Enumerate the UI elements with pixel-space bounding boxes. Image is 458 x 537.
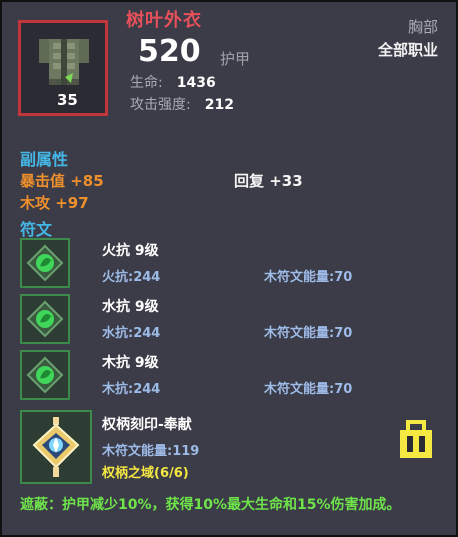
secondary-regen: 回复 +33 <box>234 172 303 190</box>
armor-label: 护甲 <box>220 50 251 68</box>
item-class-restriction: 全部职业 <box>377 41 438 59</box>
rune-energy-2: 木符文能量:70 <box>264 326 353 341</box>
secondary-wood-attack: 木攻 +97 <box>20 194 89 212</box>
rune-name-1: 火抗 9级 <box>102 243 159 259</box>
stat-label: 攻击强度: <box>130 97 191 113</box>
rune-slot-2[interactable] <box>20 294 70 344</box>
item-icon-frame[interactable]: 35 <box>18 20 108 116</box>
secondary-stats-title: 副属性 <box>20 150 69 169</box>
rune-slot-1[interactable] <box>20 238 70 288</box>
rune-slot-3[interactable] <box>20 350 70 400</box>
stat-health: 生命: 1436 <box>130 72 216 92</box>
rune-name-2: 水抗 9级 <box>102 299 159 315</box>
secondary-crit: 暴击值 +85 <box>20 172 104 190</box>
stat-value: 212 <box>204 97 234 113</box>
rune-name-3: 木抗 9级 <box>102 355 159 371</box>
stat-label: 生命: <box>130 75 163 91</box>
scepter-seal-name: 权柄刻印-奉献 <box>102 417 192 433</box>
rune-effect-2: 水抗:244 <box>102 326 161 341</box>
scepter-domain: 权柄之域(6/6) <box>102 466 189 481</box>
item-name: 树叶外衣 <box>126 10 202 31</box>
set-bonus-text: 遮蔽：护甲减少10%，获得10%最大生命和15%伤害加成。 <box>20 497 401 513</box>
yellow-lock-icon[interactable] <box>398 420 434 460</box>
scepter-seal-icon <box>32 417 80 477</box>
scepter-seal-slot[interactable] <box>20 410 92 484</box>
rune-effect-3: 木抗:244 <box>102 382 161 397</box>
rune-energy-3: 木符文能量:70 <box>264 382 353 397</box>
green-leaf-rune-icon <box>26 244 64 282</box>
stat-value: 1436 <box>176 75 216 91</box>
stat-attack-power: 攻击强度: 212 <box>130 94 234 114</box>
rune-energy-1: 木符文能量:70 <box>264 270 353 285</box>
item-level-badge: 35 <box>57 91 78 109</box>
armor-value: 520 <box>138 34 201 69</box>
rune-effect-1: 火抗:244 <box>102 270 161 285</box>
green-leaf-rune-icon <box>26 356 64 394</box>
item-tooltip-panel: 35 树叶外衣 胸部 全部职业 520 护甲 生命: 1436 攻击强度: 212 … <box>0 0 458 537</box>
scepter-seal-energy: 木符文能量:119 <box>102 444 200 459</box>
runes-title: 符文 <box>20 220 53 239</box>
item-slot: 胸部 <box>407 18 438 36</box>
leaf-armor-icon <box>39 39 89 85</box>
green-leaf-rune-icon <box>26 300 64 338</box>
